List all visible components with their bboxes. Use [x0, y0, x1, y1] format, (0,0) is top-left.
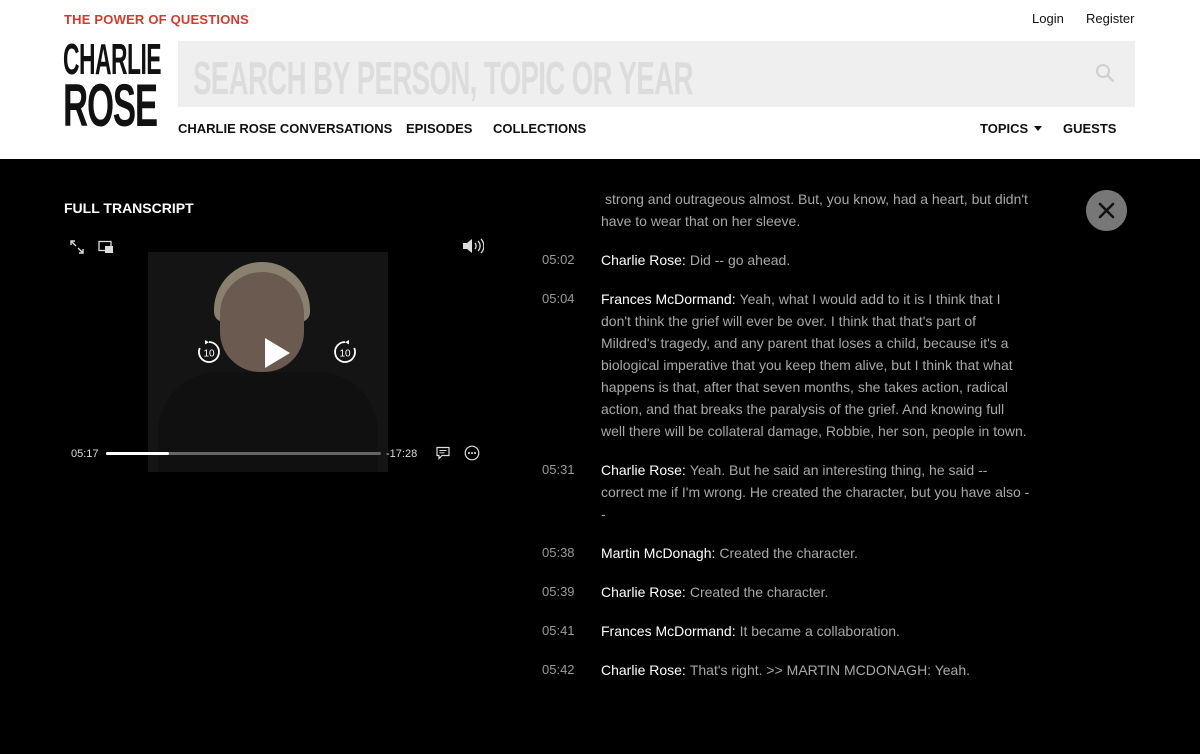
transcript-text: Frances McDormand: It became a collaborat…: [601, 620, 1030, 642]
search-placeholder: SEARCH BY PERSON, TOPIC OR YEAR: [193, 52, 693, 104]
transcript-text: strong and outrageous almost. But, you k…: [601, 188, 1030, 232]
transcript-line[interactable]: 05:42 Charlie Rose: That's right. >> MARTI…: [540, 659, 1030, 681]
transcript-body: Yeah, what I would add to it is I think …: [601, 291, 1027, 439]
video-player[interactable]: 10 10 05:17 -17:28: [64, 232, 492, 472]
rewind-seconds: 10: [203, 349, 215, 360]
expand-icon[interactable]: [70, 240, 84, 254]
transcript-line[interactable]: 05:04 Frances McDormand: Yeah, what I woul…: [540, 288, 1030, 442]
transcript-speaker: Frances McDormand:: [601, 291, 736, 307]
forward-seconds: 10: [339, 349, 351, 360]
search-icon[interactable]: [1095, 63, 1115, 83]
more-icon[interactable]: [464, 445, 480, 461]
full-transcript-heading: FULL TRANSCRIPT: [64, 200, 194, 216]
volume-icon[interactable]: [462, 238, 484, 254]
transcript-body: That's right. >> MARTIN MCDONAGH: Yeah.: [689, 662, 971, 678]
transcript-speaker: Martin McDonagh:: [601, 545, 716, 561]
transcript-line[interactable]: strong and outrageous almost. But, you k…: [540, 188, 1030, 232]
transcript-speaker: Charlie Rose:: [601, 252, 686, 268]
transcript-body: Did -- go ahead.: [689, 252, 791, 268]
transcript-body: strong and outrageous almost. But, you k…: [601, 191, 1028, 229]
transcript-body: Created the character.: [689, 584, 829, 600]
play-icon[interactable]: [262, 336, 292, 370]
transcript-text: Frances McDormand: Yeah, what I would add…: [601, 288, 1030, 442]
transcript-timestamp[interactable]: 05:39: [542, 584, 575, 599]
nav-charlie-rose-conversations[interactable]: CHARLIE ROSE CONVERSATIONS: [178, 121, 392, 136]
transcript-speaker: Charlie Rose:: [601, 462, 686, 478]
remaining-time: -17:28: [386, 448, 418, 460]
transcript-text: Charlie Rose: Created the character.: [601, 581, 1030, 603]
nav-collections[interactable]: COLLECTIONS: [493, 121, 586, 136]
transcript-text: Charlie Rose: Yeah. But he said an intere…: [601, 459, 1030, 525]
transcript-timestamp[interactable]: 05:02: [542, 252, 575, 267]
site-tagline: THE POWER OF QUESTIONS: [64, 12, 249, 27]
transcript-timestamp[interactable]: 05:42: [542, 662, 575, 677]
current-time: 05:17: [71, 448, 99, 460]
login-link[interactable]: Login: [1032, 11, 1064, 26]
charlie-rose-logo[interactable]: CHARLIE ROSE: [63, 38, 162, 139]
rewind-10-icon[interactable]: 10: [196, 339, 222, 365]
logo-line-2: ROSE: [63, 72, 158, 139]
transcript-timestamp[interactable]: 05:04: [542, 291, 575, 306]
transcript-speaker: Charlie Rose:: [601, 584, 686, 600]
search-input[interactable]: SEARCH BY PERSON, TOPIC OR YEAR: [178, 41, 1135, 107]
transcript-timestamp[interactable]: 05:41: [542, 623, 575, 638]
captions-icon[interactable]: [436, 446, 450, 460]
caret-down-icon: [1034, 126, 1043, 131]
transcript-timestamp[interactable]: 05:31: [542, 462, 575, 477]
transcript-body: Created the character.: [719, 545, 858, 561]
progress-bar[interactable]: [106, 452, 381, 455]
transcript-body: It became a collaboration.: [739, 623, 900, 639]
close-transcript-button[interactable]: [1086, 190, 1127, 231]
transcript-line[interactable]: 05:02 Charlie Rose: Did -- go ahead.: [540, 249, 1030, 271]
nav-topics[interactable]: TOPICS: [980, 121, 1043, 136]
transcript-text: Martin McDonagh: Created the character.: [601, 542, 1030, 564]
speaker-body: [158, 372, 378, 472]
transcript-timestamp[interactable]: 05:38: [542, 545, 575, 560]
transcript-text: Charlie Rose: That's right. >> MARTIN MCD…: [601, 659, 1030, 681]
transcript-speaker: Charlie Rose:: [601, 662, 686, 678]
transcript-list: strong and outrageous almost. But, you k…: [540, 188, 1030, 698]
transcript-line[interactable]: 05:39 Charlie Rose: Created the character.: [540, 581, 1030, 603]
nav-episodes[interactable]: EPISODES: [406, 121, 472, 136]
nav-topics-label: TOPICS: [980, 121, 1029, 136]
nav-guests[interactable]: GUESTS: [1063, 121, 1116, 136]
transcript-text: Charlie Rose: Did -- go ahead.: [601, 249, 1030, 271]
transcript-line[interactable]: 05:38 Martin McDonagh: Created the charact…: [540, 542, 1030, 564]
transcript-line[interactable]: 05:31 Charlie Rose: Yeah. But he said an i…: [540, 459, 1030, 525]
progress-fill: [106, 452, 170, 455]
site-header: THE POWER OF QUESTIONS Login Register CH…: [0, 0, 1200, 159]
forward-10-icon[interactable]: 10: [332, 339, 358, 365]
register-link[interactable]: Register: [1086, 11, 1134, 26]
transcript-speaker: Frances McDormand:: [601, 623, 736, 639]
transcript-line[interactable]: 05:41 Frances McDormand: It became a colla…: [540, 620, 1030, 642]
pip-icon[interactable]: [98, 240, 114, 254]
